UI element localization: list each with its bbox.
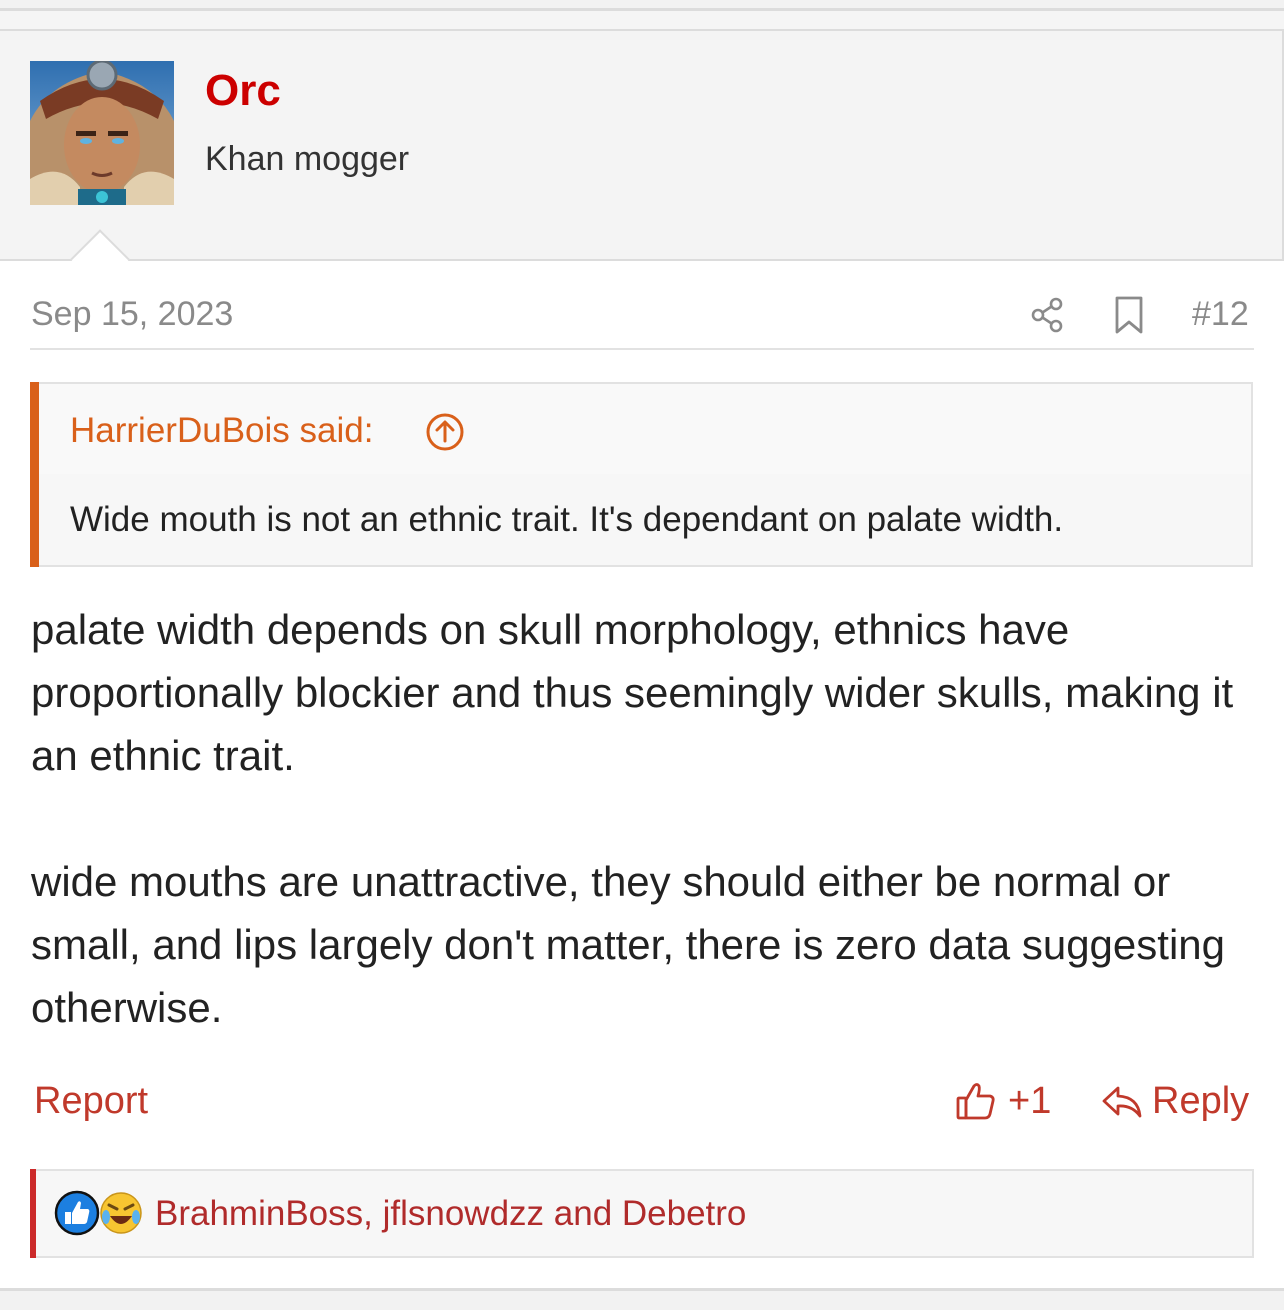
- report-link[interactable]: Report: [34, 1080, 148, 1123]
- arrow-up-circle-icon[interactable]: [425, 412, 465, 452]
- reply-button[interactable]: Reply: [1152, 1080, 1249, 1123]
- quote-text: Wide mouth is not an ethnic trait. It's …: [70, 500, 1064, 539]
- post-number[interactable]: #12: [1192, 295, 1249, 334]
- top-gap: [0, 11, 1284, 29]
- like-button[interactable]: +1: [1008, 1080, 1051, 1123]
- username[interactable]: Orc: [205, 66, 281, 116]
- laugh-reaction-icon: [98, 1190, 144, 1236]
- post-body: palate width depends on skull morphology…: [31, 598, 1271, 1039]
- quote-author[interactable]: HarrierDuBois said:: [70, 411, 373, 451]
- header-divider: [0, 259, 1284, 261]
- user-title: Khan mogger: [205, 140, 410, 178]
- avatar[interactable]: [30, 61, 174, 205]
- top-strip: [0, 0, 1284, 8]
- reactions-accent-bar: [30, 1169, 36, 1258]
- thumbs-up-icon[interactable]: [955, 1080, 997, 1122]
- reply-arrow-icon[interactable]: [1100, 1082, 1144, 1122]
- reaction-users[interactable]: BrahminBoss, jflsnowdzz and Debetro: [155, 1194, 746, 1234]
- bookmark-icon[interactable]: [1110, 295, 1148, 335]
- share-icon[interactable]: [1028, 295, 1068, 335]
- user-header: [0, 29, 1284, 261]
- like-reaction-icon: [54, 1190, 100, 1236]
- quote-accent-bar: [30, 382, 39, 567]
- bottom-strip: [0, 1291, 1284, 1310]
- post-date[interactable]: Sep 15, 2023: [31, 295, 233, 334]
- meta-divider: [30, 348, 1254, 350]
- post-paragraph: wide mouths are unattractive, they shoul…: [31, 858, 1225, 1031]
- post-paragraph: palate width depends on skull morphology…: [31, 606, 1234, 779]
